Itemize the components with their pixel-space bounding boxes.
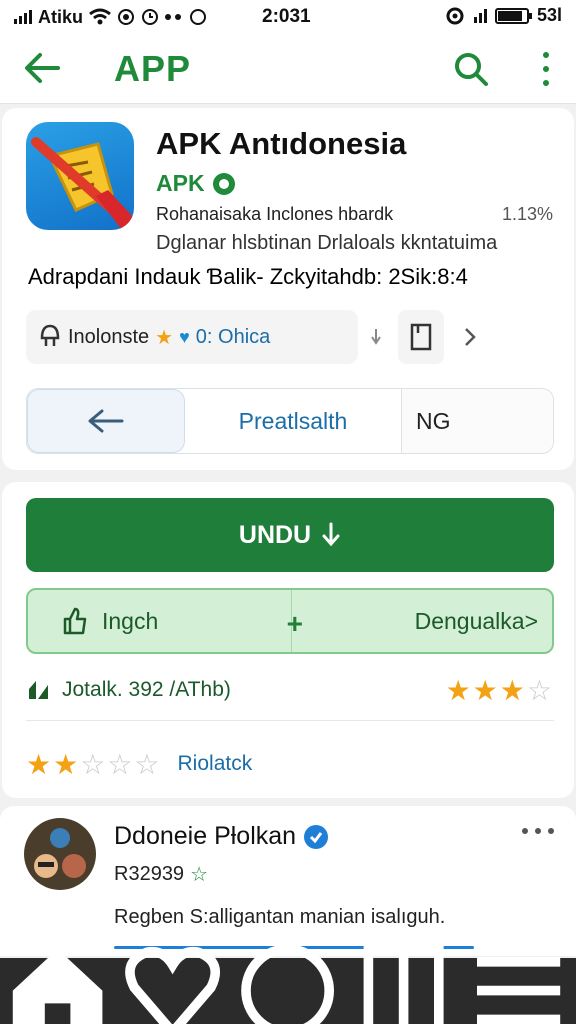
plus-icon: + [286, 608, 303, 639]
share-arrow-icon [88, 409, 124, 433]
reviewer-name: Ddoneie Pƚolkan [114, 822, 297, 850]
document-icon [410, 323, 432, 351]
developer-name: APK [156, 170, 205, 196]
alarm-icon [142, 9, 158, 25]
chip-label: Inolonste [68, 325, 150, 348]
app-icon[interactable] [26, 122, 134, 230]
wifi-icon [89, 8, 111, 25]
rating-stars: ★★★☆ [445, 674, 554, 706]
back-arrow-icon[interactable] [22, 50, 62, 86]
download-small-icon[interactable] [370, 327, 382, 347]
verified-icon [304, 824, 329, 849]
battery-text: 53l [536, 5, 562, 25]
info-chip-row: Inolonste ★ ♥ 0: Ohica [26, 310, 546, 364]
status-right: 53l [444, 5, 562, 26]
star-icon: ★ [155, 326, 174, 349]
user-rating-stars[interactable]: ★★☆☆☆ [26, 748, 162, 781]
hotspot-icon [446, 7, 464, 24]
avatar-image-icon [34, 828, 86, 878]
install-button[interactable]: UNDU [26, 498, 554, 572]
app-logo-icon [31, 137, 134, 230]
home-icon[interactable] [0, 933, 115, 1024]
stats-row: Jotalk. 392 /AThb) ★★★☆ [26, 670, 554, 710]
app-info-card: APK Antıdonesia APK Rohanaisaka Inclones… [2, 108, 574, 470]
status-clock: 2:031 [262, 6, 311, 27]
actions-card: UNDU Ingch + Dengualka> Jotalk. 392 /ATh… [2, 482, 574, 798]
dots-icon [165, 14, 181, 20]
chevron-right-icon[interactable] [458, 322, 482, 352]
heart-icon: ♥ [179, 326, 190, 347]
app-bar: APP [0, 34, 576, 104]
lamp-icon [40, 324, 60, 346]
right-action-label: Dengualka> [414, 607, 538, 634]
review-text: Regben S:alligantan manian isalıguh. [114, 906, 446, 928]
install-label: UNDU [238, 520, 312, 549]
review-more-icon[interactable] [522, 828, 554, 838]
segment-share[interactable] [27, 389, 185, 453]
cell-signal-icon [473, 8, 487, 23]
battery-icon [494, 7, 532, 24]
dnd-icon [190, 9, 206, 25]
carrier-name: Atiku [38, 6, 83, 27]
right-action-button[interactable]: Dengualka> [292, 590, 552, 652]
trend-icon [29, 681, 48, 699]
more-vert-icon[interactable] [534, 52, 558, 86]
developer-badge-icon [212, 172, 235, 195]
doc-button[interactable] [398, 310, 444, 364]
segment-right[interactable]: NG [401, 389, 553, 453]
left-action-label: Ingch [102, 607, 159, 634]
review-meta: R32939 ☆ [114, 862, 208, 887]
signal-icon [14, 10, 32, 24]
app-description: Dglanar hlsbtinan Drlaloals kkntatuima [156, 232, 498, 254]
app-subtitle: Rohanaisaka Inclones hbardk [156, 204, 394, 224]
reviewer-name-row: Ddoneie Pƚolkan [114, 822, 329, 851]
download-icon [322, 522, 340, 547]
developer-link[interactable]: APK [156, 170, 235, 197]
split-action-button: Ingch + Dengualka> [26, 588, 554, 654]
heart-icon[interactable] [115, 933, 230, 1024]
menu-icon[interactable] [461, 933, 576, 1024]
app-name: APK Antıdonesia [156, 126, 407, 161]
segment-middle[interactable]: Preatlsalth [185, 389, 401, 453]
circle-icon[interactable] [230, 933, 345, 1024]
review-meta-text: R32939 [114, 863, 185, 885]
app-percent: 1.13% [502, 204, 554, 224]
avatar[interactable] [24, 818, 96, 890]
segmented-control: Preatlsalth NG [26, 388, 554, 454]
divider [26, 720, 554, 721]
rating-label[interactable]: Riolatck [178, 752, 253, 776]
sync-icon [118, 9, 134, 25]
book-icon[interactable] [346, 933, 461, 1024]
app-meta-line: Adrapdani Indauk Ɓalik- Zckyitahdb: 2Sik… [28, 264, 468, 289]
left-action-button[interactable]: Ingch + [28, 590, 303, 652]
green-star-icon: ☆ [190, 864, 208, 886]
total-text: Jotalk. 392 /AThb) [62, 678, 231, 701]
search-icon[interactable] [452, 50, 490, 88]
status-bar: Atiku 2:031 53l [0, 0, 576, 34]
page-title: APP [114, 48, 192, 89]
chip-value: 0: Ohica [195, 325, 271, 348]
bottom-nav-bar [0, 944, 576, 1024]
status-left: Atiku [14, 7, 244, 28]
rate-row: ★★☆☆☆ Riolatck [26, 744, 554, 784]
thumbs-up-icon [63, 607, 87, 635]
info-chip[interactable]: Inolonste ★ ♥ 0: Ohica [26, 310, 358, 364]
